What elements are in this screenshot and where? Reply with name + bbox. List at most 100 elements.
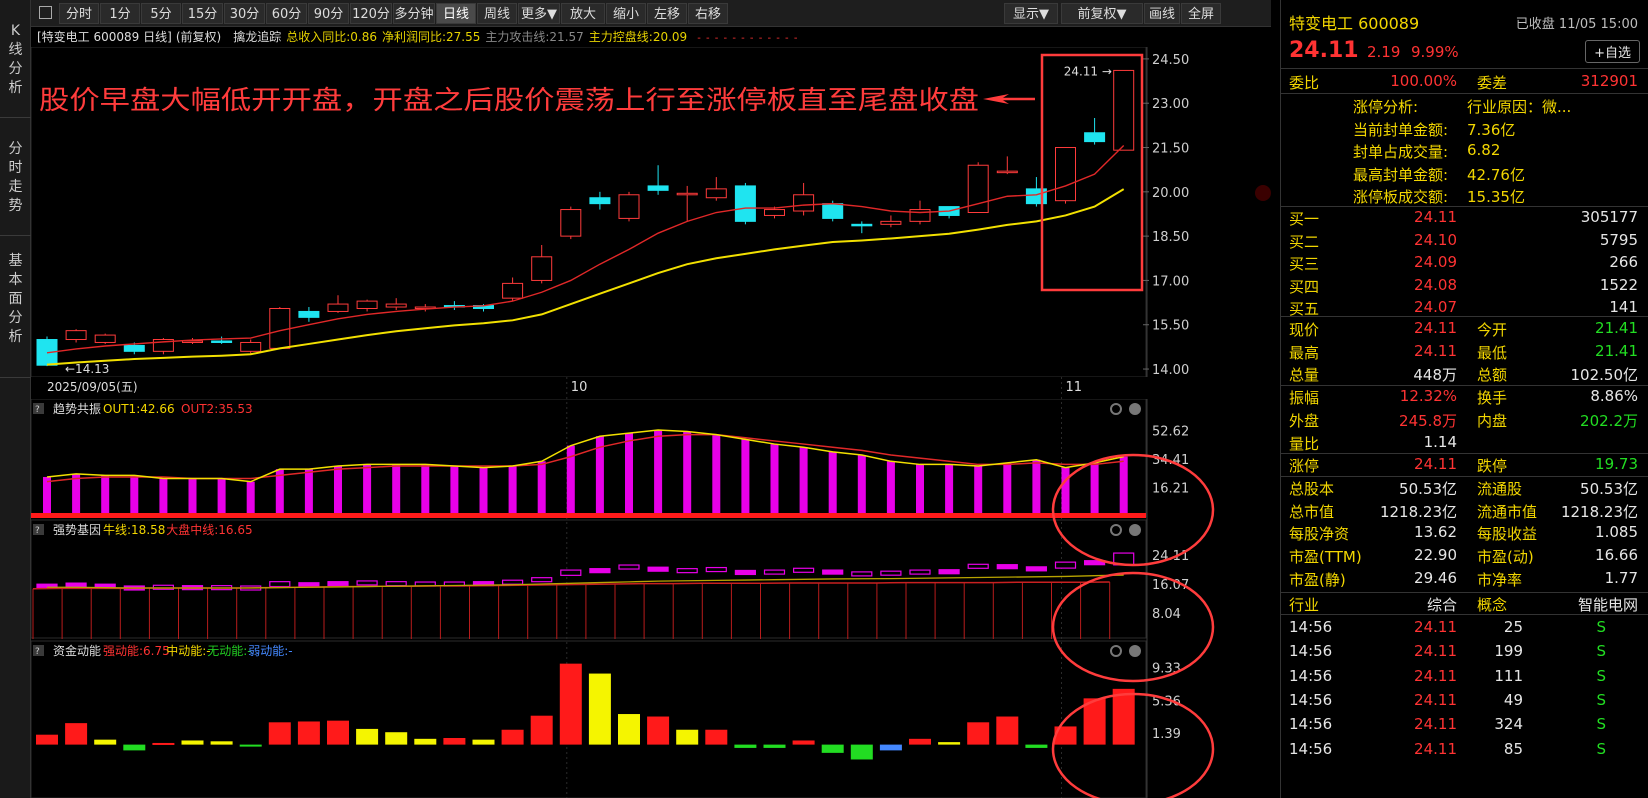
annotation-text: 股价早盘大幅低开开盘，开盘之后股价震荡上行至涨停板直至尾盘收盘	[39, 86, 979, 116]
trend-bar	[1119, 456, 1128, 513]
info-bar: [特变电工 600089 日线] (前复权) 擒龙追踪 总收入同比:0.86 净利润同比…	[31, 27, 1271, 47]
toolbar-button-3[interactable]: 15分	[182, 3, 223, 24]
candle	[938, 206, 960, 219]
price-change: 2.19	[1367, 43, 1401, 61]
bid-price: 24.07	[1414, 298, 1457, 316]
candle	[327, 295, 349, 313]
bid-price: 24.08	[1414, 275, 1457, 294]
ma-control-line	[46, 188, 1125, 366]
toolbar-button-2[interactable]: 5分	[141, 3, 181, 24]
toolbar-button-1[interactable]: 1分	[100, 3, 140, 24]
kline-chart[interactable]: 24.50 23.00 21.50 20.00 18.50 17.00 15.50 14.00…	[31, 47, 1271, 798]
settings-gear-icon[interactable]	[1110, 645, 1122, 657]
candle	[647, 165, 669, 195]
trend-bar	[217, 478, 226, 513]
bull-line	[47, 574, 1124, 589]
close-icon[interactable]	[1129, 403, 1141, 415]
bid-volume: 5795	[1599, 230, 1638, 249]
left-tab-0[interactable]: K线分析	[0, 0, 31, 118]
candle	[1113, 69, 1135, 151]
gene-candle	[851, 571, 873, 577]
limit-info-value: 7.36亿	[1467, 120, 1516, 139]
toolbar-button-10[interactable]: 周线	[477, 3, 517, 24]
weicha-value: 312901	[1580, 72, 1638, 90]
bid-price: 24.10	[1414, 230, 1457, 249]
industry-value[interactable]: 综合	[1401, 594, 1457, 615]
left-tab-1[interactable]: 分时走势	[0, 118, 31, 236]
signal-marks: - - - - - - - - - - - -	[697, 33, 799, 44]
left-tab-label: 基本面分析	[8, 253, 23, 345]
panel-title: 资金动能	[53, 643, 101, 658]
gene-candle	[618, 564, 640, 570]
limit-info-value: 15.35亿	[1467, 188, 1525, 206]
momentum-bar	[443, 738, 466, 745]
momentum-bar	[501, 729, 524, 745]
toolbar-right-button-2[interactable]: 画线	[1144, 3, 1180, 24]
quote-label: 最低	[1477, 343, 1508, 362]
panel-toggle-icon[interactable]	[39, 6, 52, 19]
trade-volume: 111	[1494, 666, 1523, 685]
add-watchlist-button[interactable]: +自选	[1585, 40, 1640, 63]
concept-value[interactable]: 智能电网	[1578, 594, 1638, 615]
quote-value: 21.41	[1595, 319, 1638, 337]
momentum-bar	[996, 716, 1019, 745]
trend-bar	[683, 431, 692, 513]
momentum-bar	[938, 742, 961, 745]
toolbar-right-button-0[interactable]: 显示▼	[1004, 3, 1058, 24]
candle	[385, 298, 407, 310]
trade-price: 24.11	[1414, 715, 1457, 734]
y-tick-label: 20.00	[1152, 186, 1189, 201]
toolbar-button-7[interactable]: 120分	[350, 3, 392, 24]
toolbar-right-button-1[interactable]: 前复权▼	[1061, 3, 1143, 24]
close-icon[interactable]	[1129, 645, 1141, 657]
settings-gear-icon[interactable]	[1110, 524, 1122, 536]
momentum-bar	[821, 744, 844, 753]
toolbar-button-11[interactable]: 更多▼	[518, 3, 560, 24]
toolbar-button-5[interactable]: 60分	[266, 3, 307, 24]
toolbar-button-8[interactable]: 多分钟	[393, 3, 435, 24]
quote-value: 1218.23亿	[1560, 502, 1638, 521]
momentum-bar	[967, 722, 990, 745]
close-icon[interactable]	[1129, 524, 1141, 536]
trade-side: S	[1596, 666, 1606, 685]
toolbar-button-9[interactable]: 日线	[436, 3, 476, 24]
toolbar: 分时 1分 5分 15分 30分 60分 90分 120分 多分钟 日线 周线 更多▼ 放大 缩小 左移 右移…	[31, 0, 1271, 27]
quote-value: 13.62	[1414, 523, 1457, 542]
trend-bar	[188, 478, 197, 513]
toolbar-button-6[interactable]: 90分	[308, 3, 349, 24]
momentum-bar	[152, 742, 175, 745]
quote-value: 24.11	[1414, 319, 1457, 337]
momentum-bar	[472, 739, 495, 745]
quote-value: 1218.23亿	[1379, 502, 1457, 521]
gene-candle	[792, 567, 815, 573]
quote-value: 29.46	[1414, 568, 1457, 587]
settings-gear-icon[interactable]	[1110, 403, 1122, 415]
panel-frame	[31, 640, 1147, 798]
toolbar-button-4[interactable]: 30分	[224, 3, 265, 24]
toolbar-right-button-3[interactable]: 全屏	[1181, 3, 1221, 24]
panel-y-tick: 9.33	[1152, 662, 1181, 677]
gene-candle	[763, 569, 786, 575]
panel-legend: 牛线:18.58	[103, 522, 165, 537]
gene-candle	[705, 566, 727, 573]
limit-info-label: 涨停分析:	[1353, 98, 1419, 116]
toolbar-button-13[interactable]: 缩小	[606, 3, 646, 24]
toolbar-button-12[interactable]: 放大	[561, 3, 605, 24]
momentum-bar	[239, 744, 262, 747]
trend-bar	[508, 466, 517, 513]
y-tick-label: 23.00	[1152, 97, 1189, 112]
toolbar-button-0[interactable]: 分时	[59, 3, 99, 24]
bid-volume: 141	[1609, 298, 1638, 316]
toolbar-button-14[interactable]: 左移	[647, 3, 687, 24]
expand-arrow-icon[interactable]	[1255, 185, 1271, 201]
trend-bar	[1032, 459, 1041, 513]
trend-bar	[130, 475, 139, 513]
quote-value: 102.50亿	[1570, 366, 1639, 385]
toolbar-button-15[interactable]: 右移	[688, 3, 728, 24]
left-tab-2[interactable]: 基本面分析	[0, 236, 31, 378]
gene-candle	[1025, 566, 1048, 572]
trend-bar	[770, 444, 779, 513]
momentum-bar	[792, 740, 815, 745]
quote-label: 最高	[1289, 343, 1320, 362]
momentum-bar	[356, 728, 379, 745]
